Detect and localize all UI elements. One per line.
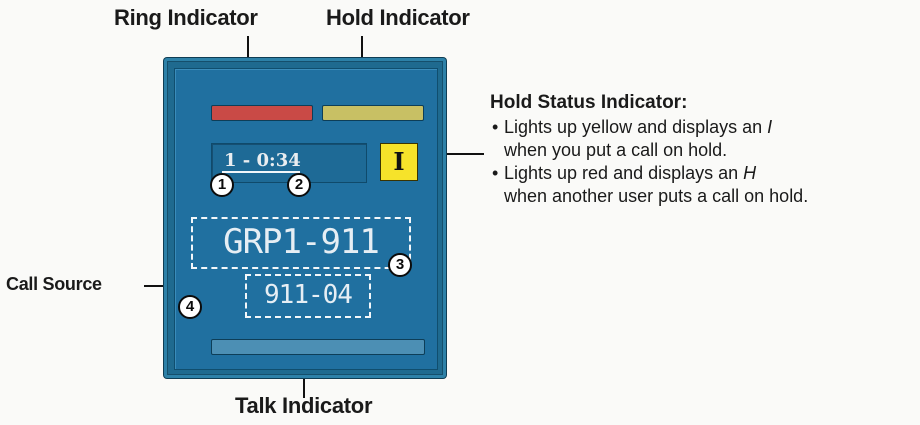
hold-indicator-label: Hold Indicator [326,5,470,30]
badge-2: 2 [287,173,311,197]
line-timer-text: 1 - 0:34 [224,150,301,171]
hold-status-description: Hold Status Indicator: Lights up yellow … [490,92,920,208]
badge-1: 1 [210,173,234,197]
talk-indicator-label: Talk Indicator [235,393,373,418]
bullet-yellow-text: Lights up yellow and displays an [504,117,768,137]
hold-status-title: Hold Status Indicator: [490,92,688,113]
bullet-red-text-2: when another user puts a call on hold. [504,186,809,206]
hold-status-indicator: I [380,143,418,181]
bullet-red-text: Lights up red and displays an [504,163,744,183]
call-source-label: Call Source [6,274,102,294]
hold-status-bullets: Lights up yellow and displays an I when … [490,116,920,208]
callout-leader-lines [144,36,484,398]
bullet-yellow: Lights up yellow and displays an I when … [490,116,920,162]
bullet-red-glyph: H [743,163,757,183]
call-source-display: 911-04 [245,274,371,318]
hold-indicator-lamp [322,105,424,121]
talk-indicator-lamp [211,339,425,355]
ring-indicator-label: Ring Indicator [114,5,258,30]
ring-indicator-lamp [211,105,313,121]
badge-connector-line [222,171,300,173]
bullet-yellow-glyph: I [767,117,773,137]
bullet-yellow-text-2: when you put a call on hold. [504,140,728,160]
bullet-red: Lights up red and displays an H when ano… [490,162,920,208]
group-name-display: GRP1-911 [191,217,411,269]
panel-face: 1 - 0:34 I GRP1-911 911-04 [174,68,438,370]
badge-3: 3 [388,253,412,277]
call-appearance-panel[interactable]: 1 - 0:34 I GRP1-911 911-04 [164,58,446,378]
badge-4: 4 [178,295,202,319]
